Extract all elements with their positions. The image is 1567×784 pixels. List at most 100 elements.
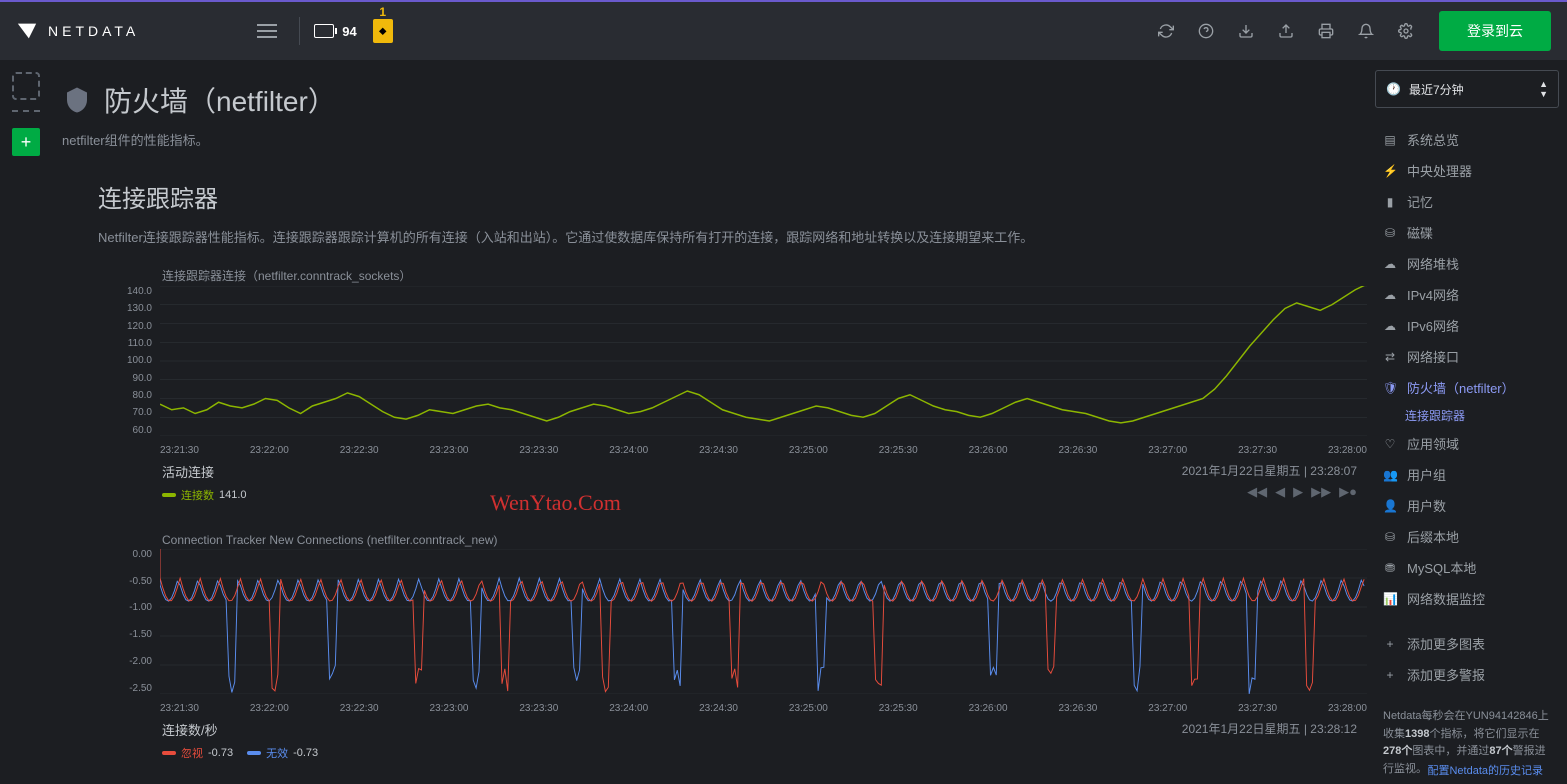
add-workspace-button[interactable]: + (12, 128, 40, 156)
nav-item[interactable]: 📊网络数据监控 (1375, 583, 1559, 614)
help-button[interactable] (1189, 14, 1223, 48)
stat-badge[interactable]: 94 (314, 24, 356, 39)
nav-icon: ⛁ (1383, 226, 1397, 240)
nav-last[interactable]: ▶▶ (1311, 484, 1331, 500)
chart-1-plot[interactable] (160, 286, 1367, 436)
nav-icon: ☁ (1383, 319, 1397, 333)
nav-label: 添加更多警报 (1407, 665, 1485, 684)
chart-2-plot[interactable] (160, 549, 1367, 694)
nav-prev[interactable]: ◀ (1275, 484, 1285, 500)
nav-add[interactable]: +添加更多图表 (1375, 628, 1559, 659)
settings-button[interactable] (1389, 14, 1423, 48)
chart-1-yaxis: 140.0130.0120.0110.0100.090.080.070.060.… (98, 286, 158, 436)
nav-item[interactable]: ⛃MySQL本地 (1375, 552, 1559, 583)
nav-icon: ♡ (1383, 437, 1397, 451)
legend-item[interactable]: 连接数 141.0 (162, 487, 247, 503)
nav-item[interactable]: 👤用户数 (1375, 490, 1559, 521)
nav-item[interactable]: ♡应用领域 (1375, 428, 1559, 459)
brand-text: NETDATA (48, 23, 139, 39)
stat-value: 94 (342, 24, 356, 39)
nav-sub-item[interactable]: 连接跟踪器 (1375, 403, 1559, 428)
nav-label: 网络堆栈 (1407, 254, 1459, 273)
divider (299, 17, 300, 45)
notifications-button[interactable] (1349, 14, 1383, 48)
upload-button[interactable] (1269, 14, 1303, 48)
page-title: 防火墙（netfilter） (62, 80, 1367, 120)
legend-value: -0.73 (208, 747, 233, 759)
nav-list: ▤ 系统总览 ⚡ 中央处理器 ▮记忆 ⛁ 磁碟 ☁ 网络堆栈 ☁IPv4网络☁IPv6网络 ⇄ 网络接… (1375, 124, 1559, 690)
nav-icon: ⚡ (1383, 164, 1397, 178)
chart-1-xaxis: 23:21:3023:22:0023:22:3023:23:0023:23:30… (160, 445, 1367, 456)
nav-label: 用户组 (1407, 465, 1446, 484)
clock-icon: 🕐 (1386, 82, 1401, 96)
nav-item[interactable]: ▮记忆 (1375, 186, 1559, 217)
legend-swatch (162, 493, 176, 497)
nav-label: 网络接口 (1407, 347, 1459, 366)
nav-item[interactable]: ⛁ 磁碟 (1375, 217, 1559, 248)
nav-label: 中央处理器 (1407, 161, 1472, 180)
legend-name: 无效 (266, 745, 288, 761)
footer-config-link[interactable]: 配置Netdata的历史记录 (1423, 760, 1547, 780)
login-button[interactable]: 登录到云 (1439, 11, 1551, 51)
chart-1-timestamp: 2021年1月22日星期五 | 23:28:07 (1182, 462, 1357, 479)
nav-add[interactable]: + 添加更多警报 (1375, 659, 1559, 690)
legend-item[interactable]: 忽视 -0.73 (162, 745, 233, 761)
nav-item[interactable]: ☁ 网络堆栈 (1375, 248, 1559, 279)
refresh-button[interactable] (1149, 14, 1183, 48)
nav-label: 系统总览 (1407, 130, 1459, 149)
legend-value: 141.0 (219, 489, 247, 501)
nav-item[interactable]: ⇄ 网络接口 (1375, 341, 1559, 372)
nav-icon: 👥 (1383, 468, 1397, 482)
nav-label: MySQL本地 (1407, 558, 1476, 577)
page-subtitle: netfilter组件的性能指标。 (62, 130, 1367, 149)
nav-icon: ▮ (1383, 195, 1397, 209)
print-button[interactable] (1309, 14, 1343, 48)
left-rail: + (0, 60, 52, 784)
nav-play[interactable]: ▶● (1339, 484, 1357, 500)
download-button[interactable] (1229, 14, 1263, 48)
alert-badge[interactable]: ⬥ (373, 19, 393, 43)
nav-item[interactable]: ▤ 系统总览 (1375, 124, 1559, 155)
nav-item[interactable]: ⛁后缀本地 (1375, 521, 1559, 552)
nav-item[interactable]: ⚡ 中央处理器 (1375, 155, 1559, 186)
nav-label: 后缀本地 (1407, 527, 1459, 546)
nav-item[interactable]: ☁IPv6网络 (1375, 310, 1559, 341)
chart-1-area[interactable]: 140.0130.0120.0110.0100.090.080.070.060.… (98, 286, 1367, 456)
nav-icon: ☁ (1383, 288, 1397, 302)
legend-swatch (162, 751, 176, 755)
right-panel: 🕐 最近7分钟 ▲▼ ▤ 系统总览 ⚡ 中央处理器 ▮记忆 ⛁ 磁碟 ☁ 网络堆栈 ☁IPv4网络… (1367, 60, 1567, 784)
chart-1-title: 连接跟踪器连接（netfilter.conntrack_sockets） (162, 267, 1367, 284)
main-content: 防火墙（netfilter） netfilter组件的性能指标。 连接跟踪器 N… (52, 60, 1367, 784)
plus-icon: + (1383, 637, 1397, 651)
time-picker[interactable]: 🕐 最近7分钟 ▲▼ (1375, 70, 1559, 108)
nav-icon: 📊 (1383, 592, 1397, 606)
legend-swatch (247, 751, 261, 755)
nav-label: 磁碟 (1407, 223, 1433, 242)
nav-icon: ☁ (1383, 257, 1397, 271)
nav-next[interactable]: ▶ (1293, 484, 1303, 500)
legend-item[interactable]: 无效 -0.73 (247, 745, 318, 761)
chart-2-area[interactable]: 0.00-0.50-1.00-1.50-2.00-2.50 23:21:3023… (98, 549, 1367, 714)
shield-icon (62, 85, 92, 115)
chart-2-yaxis: 0.00-0.50-1.00-1.50-2.00-2.50 (98, 549, 158, 694)
nav-label: 用户数 (1407, 496, 1446, 515)
nav-first[interactable]: ◀◀ (1247, 484, 1267, 500)
menu-toggle[interactable] (249, 12, 285, 50)
nav-item-active[interactable]: 🛡防火墙（netfilter） (1375, 372, 1559, 403)
plus-icon: + (1383, 668, 1397, 682)
chart-2-title: Connection Tracker New Connections (netf… (162, 533, 1367, 547)
nav-item[interactable]: 👥 用户组 (1375, 459, 1559, 490)
shield-icon: 🛡 (1383, 381, 1397, 395)
chart-2-footer: 连接数/秒 2021年1月22日星期五 | 23:28:12 忽视 -0.73 … (162, 720, 1367, 761)
brand-logo[interactable]: NETDATA (16, 20, 139, 42)
nav-item[interactable]: ☁IPv4网络 (1375, 279, 1559, 310)
legend-value: -0.73 (293, 747, 318, 759)
nav-icon: ⇄ (1383, 350, 1397, 364)
chart-1-footer: 活动连接 2021年1月22日星期五 | 23:28:07 连接数 141.0 … (162, 462, 1367, 503)
workspace-placeholder[interactable] (12, 72, 40, 100)
nav-icon: ▤ (1383, 133, 1397, 147)
chart-2-xaxis: 23:21:3023:22:0023:22:3023:23:0023:23:30… (160, 703, 1367, 714)
chart-2-legend: 忽视 -0.73 无效 -0.73 (162, 745, 1367, 761)
rail-divider (12, 110, 40, 112)
time-picker-label: 最近7分钟 (1409, 81, 1464, 98)
